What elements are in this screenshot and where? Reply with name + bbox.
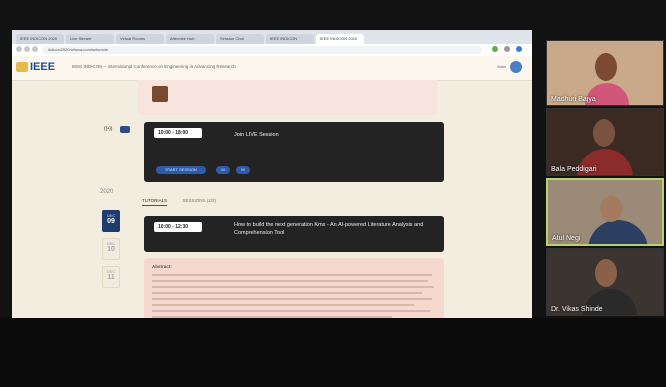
abstract-text-line	[152, 274, 432, 276]
participant-tile[interactable]: Bala Peddigari	[546, 108, 664, 176]
session-action-button[interactable]: M	[236, 166, 250, 174]
participant-tile[interactable]: Madhuri Bajya	[546, 40, 664, 106]
profile-icon[interactable]	[516, 46, 522, 52]
date-list: DEC 09 DEC 10 DEC 11	[102, 210, 126, 294]
tutorial-title[interactable]: How to build the next generation Kms - A…	[234, 221, 434, 237]
join-live-link[interactable]: Join LIVE Session	[234, 132, 279, 138]
abstract-text-line	[152, 292, 422, 294]
participant-tile[interactable]: Dr. Vikas Shinde	[546, 248, 664, 316]
tab-tutorials[interactable]: TUTORIALS	[142, 198, 168, 206]
browser-tab-active[interactable]: IEEE INDICON 2020	[316, 34, 364, 44]
participant-name: Atul Negi	[552, 235, 581, 242]
shared-screen: IEEE INDICON 2020 Live Stream Virtual Ro…	[12, 30, 532, 318]
live-badge	[120, 126, 130, 133]
abstract-panel: Abstract:	[144, 258, 444, 318]
session-time: 10:00 - 18:00	[154, 128, 202, 138]
browser-tab[interactable]: Attendee Hub	[166, 34, 214, 44]
schedule-tabs: TUTORIALS SESSIONS (2/3)	[142, 198, 230, 206]
reload-icon[interactable]	[32, 46, 38, 52]
conference-title: IEEE INDICON – International Conference …	[72, 64, 236, 69]
meeting-window: IEEE INDICON 2020 Live Stream Virtual Ro…	[0, 0, 666, 387]
user-label: Main	[497, 64, 506, 69]
participant-tile-active[interactable]: Atul Negi	[546, 178, 664, 246]
menu-icon[interactable]	[504, 46, 510, 52]
video-face	[595, 53, 617, 81]
logo-mark-icon	[16, 62, 28, 73]
video-person	[588, 220, 648, 244]
abstract-text-line	[152, 310, 430, 312]
abstract-text-line	[152, 298, 432, 300]
start-session-button[interactable]: START SESSION	[156, 166, 206, 174]
tutorial-card[interactable]: 10:00 - 12:30 How to build the next gene…	[144, 216, 444, 252]
tab-sessions[interactable]: SESSIONS (2/3)	[182, 198, 216, 205]
back-icon[interactable]	[16, 46, 22, 52]
video-face	[595, 259, 617, 287]
participant-name: Madhuri Bajya	[551, 96, 596, 103]
browser-tab[interactable]: IEEE INDICON 2020	[16, 34, 64, 44]
forward-icon[interactable]	[24, 46, 30, 52]
abstract-text-line	[152, 286, 434, 288]
browser-tab[interactable]: Session Chat	[216, 34, 264, 44]
video-face	[593, 119, 615, 147]
browser-tab[interactable]: Virtual Rooms	[116, 34, 164, 44]
session-action-button[interactable]: M	[216, 166, 230, 174]
extension-icon[interactable]	[492, 46, 498, 52]
url-field[interactable]: indicon2020.whova.com/schedule	[42, 46, 482, 54]
date-item[interactable]: DEC 09	[102, 210, 120, 232]
video-face	[600, 196, 622, 222]
speaker-thumbnail	[152, 86, 168, 102]
site-header: IEEE IEEE INDICON – International Confer…	[12, 56, 532, 81]
abstract-text-line	[152, 280, 428, 282]
participant-name: Dr. Vikas Shinde	[551, 306, 603, 313]
abstract-text-line	[152, 304, 414, 306]
year-label: 2020	[100, 189, 114, 195]
browser-tab[interactable]: IEEE INDICON	[266, 34, 314, 44]
browser-tab[interactable]: Live Stream	[66, 34, 114, 44]
user-avatar[interactable]	[510, 61, 522, 73]
date-item[interactable]: DEC 11	[102, 266, 120, 288]
tutorial-time: 10:00 - 12:30	[154, 222, 202, 232]
participant-name: Bala Peddigari	[551, 166, 597, 173]
abstract-heading: Abstract:	[152, 264, 172, 269]
date-item[interactable]: DEC 10	[102, 238, 120, 260]
speaker-card	[137, 80, 437, 115]
ieee-logo[interactable]: IEEE	[16, 61, 55, 73]
live-session-card: 10:00 - 18:00 Join LIVE Session START SE…	[144, 122, 444, 182]
meeting-bottom-area	[0, 318, 666, 387]
browser-tab-bar: IEEE INDICON 2020 Live Stream Virtual Ro…	[12, 30, 532, 44]
